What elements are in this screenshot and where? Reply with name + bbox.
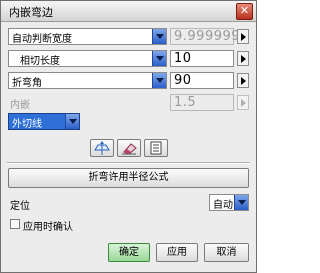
flip-direction-icon — [94, 141, 110, 155]
position-select[interactable]: 自动 — [209, 194, 249, 211]
window-title: 内嵌弯边 — [9, 6, 53, 19]
length-options-button[interactable] — [237, 51, 249, 66]
angle-mode-value: 折弯角 — [12, 78, 42, 89]
angle-value-field[interactable]: 90 — [170, 72, 234, 89]
inner-value: 1.5 — [174, 95, 197, 110]
width-mode-select[interactable]: 自动判断宽度 — [8, 28, 167, 45]
ok-button[interactable]: 确定 — [108, 243, 150, 262]
inner-options-button — [237, 95, 249, 110]
length-mode-select[interactable]: 相切长度 — [8, 50, 167, 67]
length-value: 10 — [174, 51, 192, 66]
title-bar: 内嵌弯边 ✕ — [1, 1, 256, 22]
dialog-window: 内嵌弯边 ✕ 自动判断宽度 9.999999 相切长度 10 折弯角 90 内嵌… — [0, 0, 257, 273]
flip-direction-button[interactable] — [90, 139, 114, 157]
eraser-button[interactable] — [117, 139, 141, 157]
eraser-icon — [122, 143, 137, 155]
inner-value-field: 1.5 — [170, 94, 234, 111]
position-value: 自动 — [213, 200, 233, 211]
bend-radius-formula-button[interactable]: 折弯许用半径公式 — [8, 168, 249, 188]
confirm-on-apply-label: 应用时确认 — [23, 222, 73, 233]
position-label: 定位 — [10, 201, 30, 212]
length-value-field[interactable]: 10 — [170, 50, 234, 67]
list-icon — [150, 141, 162, 155]
width-value-field: 9.999999 — [170, 28, 240, 45]
apply-button[interactable]: 应用 — [156, 243, 198, 262]
cancel-button[interactable]: 取消 — [204, 243, 249, 262]
divider — [7, 162, 250, 164]
confirm-on-apply-checkbox[interactable] — [10, 219, 20, 229]
chevron-down-icon[interactable] — [234, 195, 248, 210]
tangent-select[interactable]: 外切线 — [8, 113, 80, 130]
width-options-button[interactable] — [237, 29, 249, 44]
chevron-down-icon[interactable] — [65, 114, 79, 129]
length-mode-value: 相切长度 — [20, 56, 60, 67]
inner-label: 内嵌 — [10, 100, 30, 111]
chevron-down-icon[interactable] — [152, 29, 166, 44]
chevron-down-icon[interactable] — [152, 73, 166, 88]
angle-mode-select[interactable]: 折弯角 — [8, 72, 167, 89]
angle-options-button[interactable] — [237, 73, 249, 88]
close-button[interactable]: ✕ — [236, 3, 253, 20]
width-mode-value: 自动判断宽度 — [12, 34, 72, 45]
width-value: 9.999999 — [174, 29, 241, 44]
tangent-value: 外切线 — [12, 119, 42, 130]
chevron-down-icon[interactable] — [152, 51, 166, 66]
list-button[interactable] — [144, 139, 168, 157]
angle-value: 90 — [174, 73, 192, 88]
